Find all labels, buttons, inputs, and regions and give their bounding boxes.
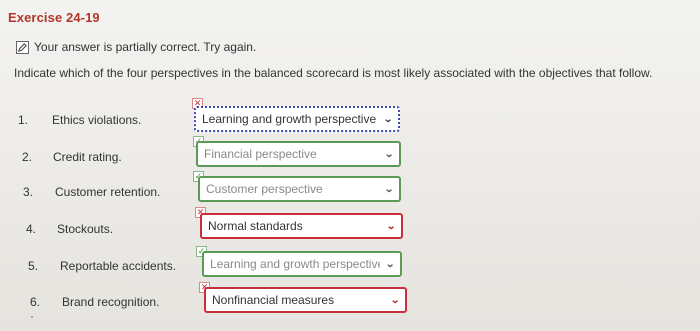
chevron-down-icon: ⌄ xyxy=(385,220,396,232)
dropdown-selected-value: Financial perspective xyxy=(204,147,317,161)
perspective-dropdown-1[interactable]: Learning and growth perspective ⌄ xyxy=(194,106,400,132)
pencil-edit-icon xyxy=(16,40,29,54)
dropdown-selected-value: Learning and growth perspective xyxy=(202,112,377,126)
chevron-down-icon: ⌄ xyxy=(382,113,393,125)
row-number: 3. xyxy=(23,185,34,199)
row-number: 5. xyxy=(28,259,39,273)
perspective-dropdown-3[interactable]: Customer perspective ⌄ xyxy=(198,176,401,202)
chevron-down-icon: ⌄ xyxy=(384,258,395,270)
row-objective: Brand recognition. xyxy=(62,295,160,309)
dropdown-selected-value: Learning and growth perspective xyxy=(210,257,380,271)
status-message: Your answer is partially correct. Try ag… xyxy=(34,40,257,54)
row-objective: Ethics violations. xyxy=(52,113,142,127)
instructions-text: Indicate which of the four perspectives … xyxy=(14,66,653,80)
perspective-dropdown-4[interactable]: Normal standards ⌄ xyxy=(200,213,403,239)
perspective-dropdown-5[interactable]: Learning and growth perspective ⌄ xyxy=(202,251,402,277)
chevron-down-icon: ⌄ xyxy=(383,148,394,160)
exercise-page: Exercise 24-19 Your answer is partially … xyxy=(0,0,700,331)
status-row: Your answer is partially correct. Try ag… xyxy=(16,40,256,54)
row-objective: Customer retention. xyxy=(55,185,161,199)
row-objective: Credit rating. xyxy=(53,150,122,164)
row-number: 1. xyxy=(18,113,29,127)
perspective-dropdown-6[interactable]: Nonfinancial measures ⌄ xyxy=(204,287,407,313)
dropdown-selected-value: Nonfinancial measures xyxy=(212,293,335,307)
perspective-dropdown-2[interactable]: Financial perspective ⌄ xyxy=(196,141,401,167)
row-objective: Stockouts. xyxy=(57,222,114,236)
row-objective: Reportable accidents. xyxy=(60,259,177,273)
row-number: 2. xyxy=(22,150,33,164)
exercise-title: Exercise 24-19 xyxy=(8,10,100,25)
chevron-down-icon: ⌄ xyxy=(389,294,400,306)
chevron-down-icon: ⌄ xyxy=(383,183,394,195)
row-number: 4. xyxy=(26,222,37,236)
row-number: 6. · xyxy=(30,295,41,323)
dropdown-selected-value: Normal standards xyxy=(208,219,303,233)
dropdown-selected-value: Customer perspective xyxy=(206,182,323,196)
